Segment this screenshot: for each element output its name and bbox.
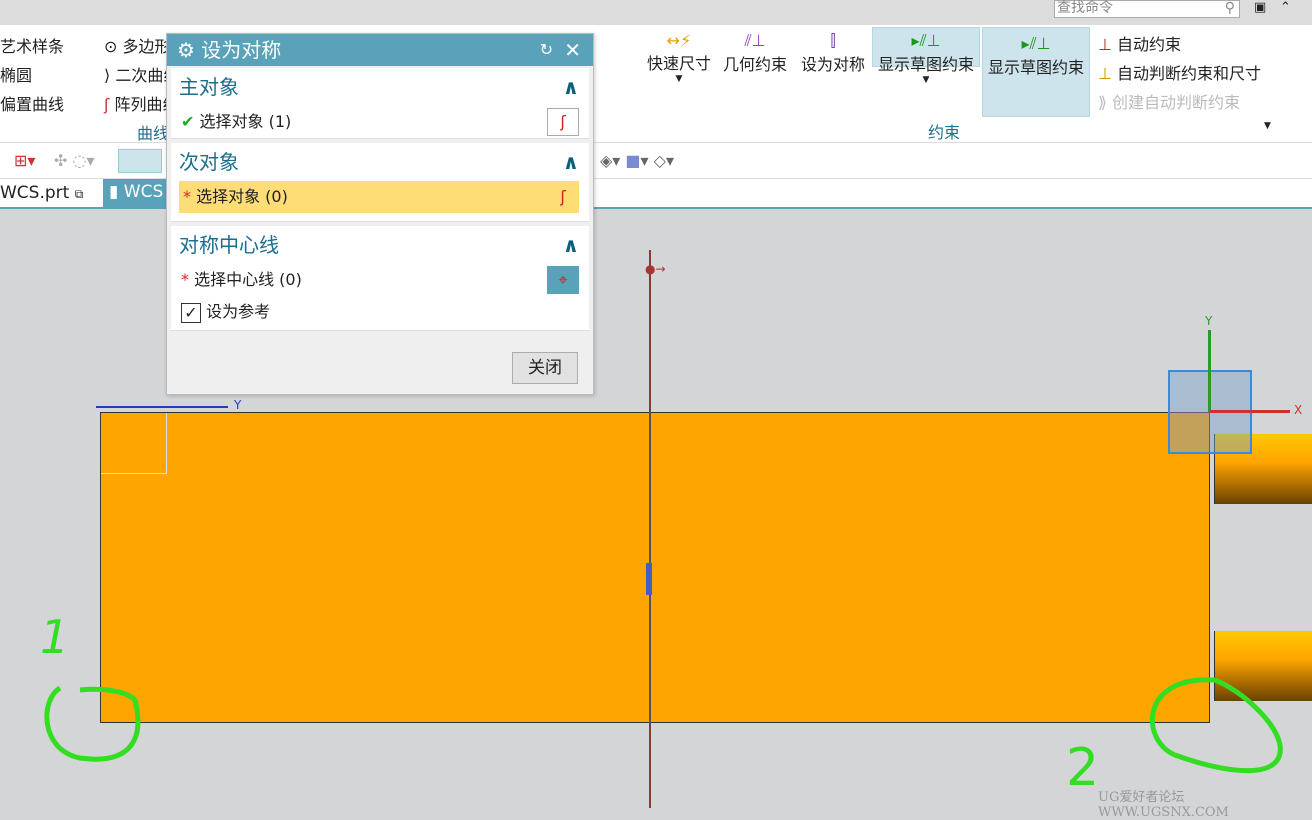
collapse-icon: ∧ xyxy=(562,75,579,99)
crosshair-icon[interactable]: ⌖ xyxy=(547,266,579,294)
primary-object-header[interactable]: 主对象 ∧ xyxy=(171,68,589,106)
make-symmetric-dialog: ⚙ 设为对称 ↻ ✕ 主对象 ∧ ✔ 选择对象 (1) ʃ 次对象 ∧ * 选择对象 … xyxy=(166,33,594,395)
dialog-title: 设为对称 xyxy=(201,38,282,62)
secondary-object-header[interactable]: 次对象 ∧ xyxy=(171,143,589,181)
gear-icon: ⚙ xyxy=(177,38,195,62)
check-icon: ✔ xyxy=(181,112,195,131)
annotation-2: 2 xyxy=(1066,738,1100,798)
centerline-select-row[interactable]: * 选择中心线 (0) ⌖ xyxy=(171,264,589,296)
primary-object-section: 主对象 ∧ ✔ 选择对象 (1) ʃ xyxy=(171,68,589,139)
circle-mark-2 xyxy=(1149,677,1283,774)
checkbox-checked-icon: ✓ xyxy=(181,302,201,323)
select-curve-icon[interactable]: ʃ xyxy=(547,183,579,211)
dialog-title-bar[interactable]: ⚙ 设为对称 ↻ ✕ xyxy=(167,34,593,66)
watermark: UG爱好者论坛 WWW.UGSNX.COM xyxy=(1098,790,1229,820)
close-button[interactable]: 关闭 xyxy=(512,352,578,384)
centerline-section: 对称中心线 ∧ * 选择中心线 (0) ⌖ ✓ 设为参考 xyxy=(171,226,589,331)
circle-mark-1 xyxy=(44,685,141,762)
as-reference-checkbox[interactable]: ✓ 设为参考 xyxy=(171,296,589,330)
required-icon: * xyxy=(183,187,191,206)
reset-icon[interactable]: ↻ xyxy=(540,34,553,66)
collapse-icon: ∧ xyxy=(562,150,579,174)
secondary-object-section: 次对象 ∧ * 选择对象 (0) ʃ xyxy=(171,143,589,222)
primary-select-row[interactable]: ✔ 选择对象 (1) ʃ xyxy=(171,106,589,138)
secondary-select-row[interactable]: * 选择对象 (0) ʃ xyxy=(179,181,579,213)
required-icon: * xyxy=(181,270,189,289)
centerline-header[interactable]: 对称中心线 ∧ xyxy=(171,226,589,264)
annotation-1: 1 xyxy=(40,610,70,664)
close-icon[interactable]: ✕ xyxy=(564,34,581,66)
collapse-icon: ∧ xyxy=(562,233,579,257)
select-curve-icon[interactable]: ʃ xyxy=(547,108,579,136)
